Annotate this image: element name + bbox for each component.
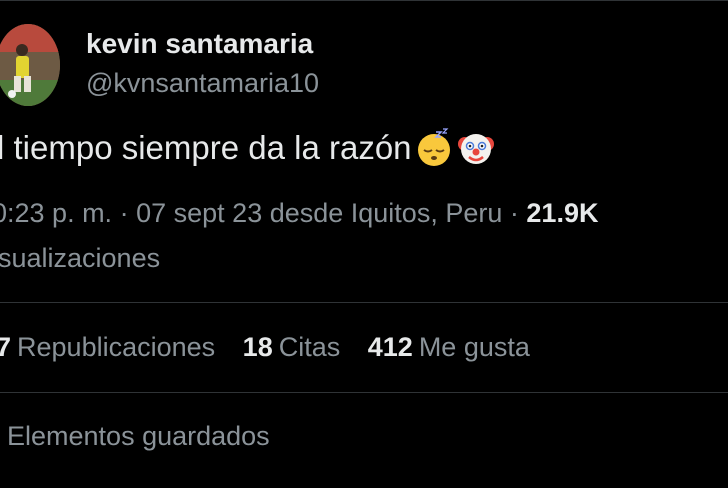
meta-separator: · — [509, 198, 519, 228]
stats-top-divider — [0, 302, 728, 303]
author-display-name[interactable]: kevin santamaria — [86, 28, 313, 60]
tweet-time[interactable]: 0:23 p. m. — [0, 198, 112, 228]
quotes-stat[interactable]: 18 Citas — [243, 332, 341, 363]
reposts-count: 7 — [0, 332, 12, 362]
tweet-text-content: l tiempo siempre da la razón — [0, 129, 412, 166]
likes-count: 412 — [367, 332, 413, 362]
reposts-stat[interactable]: 7 Republicaciones — [0, 332, 215, 363]
tweet-date-location[interactable]: 07 sept 23 desde Iquitos, Peru — [136, 198, 502, 228]
author-handle[interactable]: @kvnsantamaria10 — [86, 68, 319, 99]
views-label: isualizaciones — [0, 243, 161, 273]
quotes-count: 18 — [242, 332, 273, 362]
avatar[interactable] — [0, 24, 60, 106]
quotes-label: Citas — [278, 332, 341, 362]
meta-separator: · — [119, 198, 129, 228]
tweet-meta-line: 0:23 p. m. · 07 sept 23 desde Iquitos, P… — [0, 198, 598, 229]
engagement-stats: 7 Republicaciones 18 Citas 412 Me gusta — [0, 332, 550, 363]
likes-label: Me gusta — [418, 332, 530, 362]
likes-stat[interactable]: 412 Me gusta — [368, 332, 530, 363]
bookmarks-stat[interactable]: Elementos guardados — [7, 421, 270, 452]
avatar-photo-icon — [0, 24, 60, 106]
top-divider — [0, 0, 728, 1]
reposts-label: Republicaciones — [17, 332, 216, 362]
views-count: 21.9K — [526, 198, 599, 228]
tweet-text: l tiempo siempre da la razón — [0, 128, 496, 168]
sleepy-face-icon — [417, 128, 450, 166]
clown-face-icon — [457, 134, 494, 164]
stats-bottom-divider — [0, 392, 728, 393]
